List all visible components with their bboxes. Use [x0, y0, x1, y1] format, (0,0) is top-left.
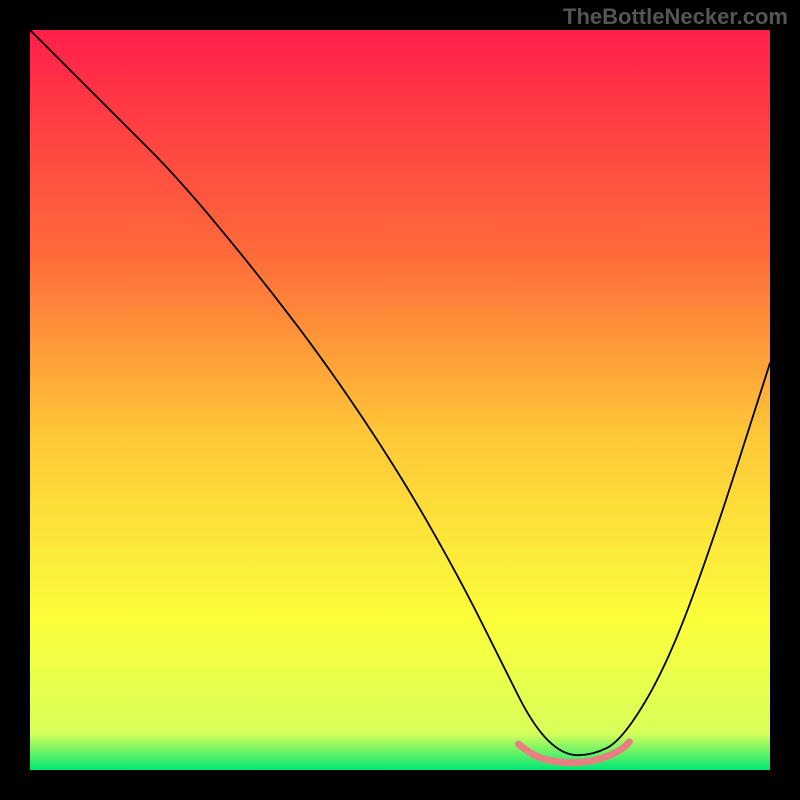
- watermark-text: TheBottleNecker.com: [563, 4, 788, 30]
- series-bottleneck-curve: [30, 30, 770, 755]
- chart-curves-layer: [30, 30, 770, 770]
- chart-plot-area: [30, 30, 770, 770]
